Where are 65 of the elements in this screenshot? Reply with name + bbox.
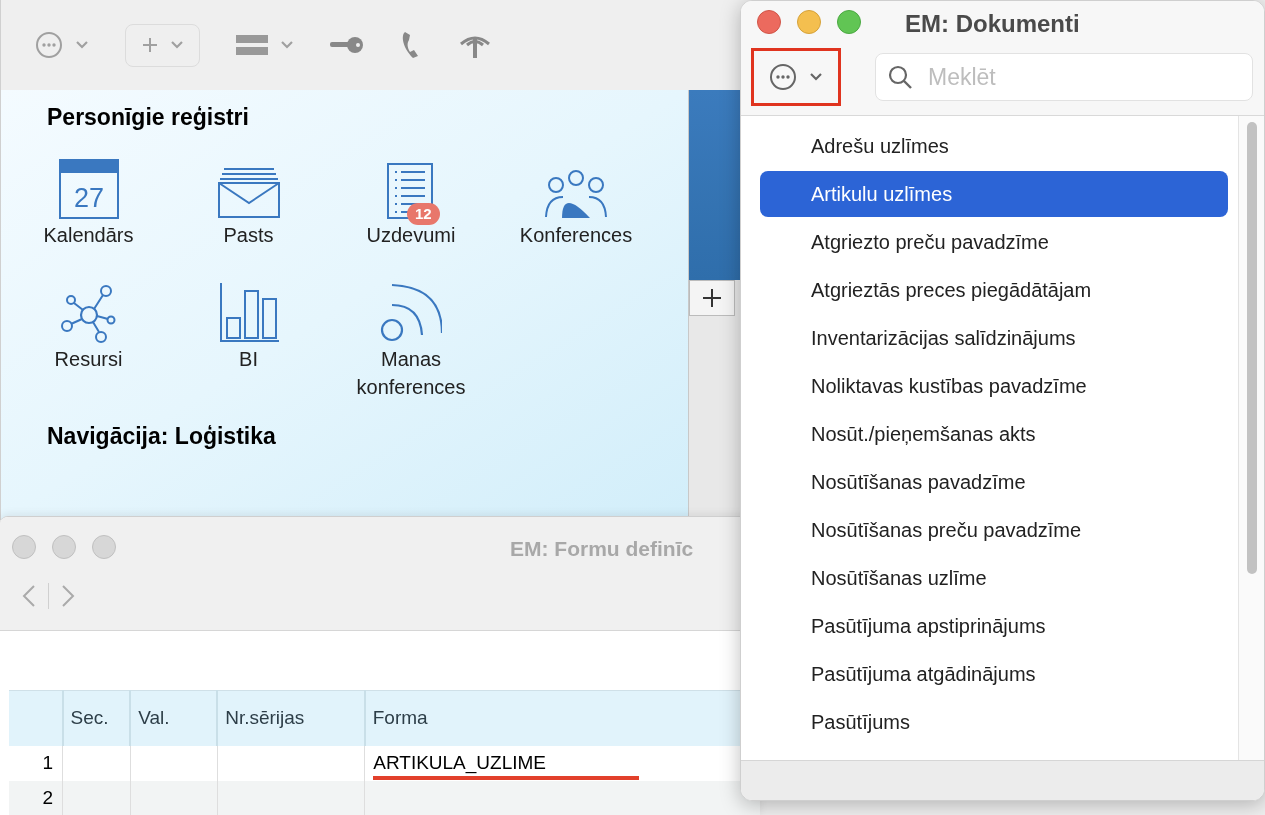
tile-label: Pasts — [222, 222, 275, 248]
window-close-button[interactable] — [757, 10, 781, 34]
window-minimize-button[interactable] — [52, 535, 76, 559]
chevron-down-icon — [809, 72, 823, 82]
table-cell: ARTIKULA_UZLIME — [373, 751, 547, 773]
more-icon[interactable] — [35, 31, 63, 59]
forward-icon[interactable] — [61, 584, 75, 608]
list-item[interactable]: Pasūtījuma apstiprinājums — [760, 603, 1228, 649]
list-item[interactable]: Nosūtīšanas preču pavadzīme — [760, 507, 1228, 553]
list-item[interactable]: Nosūt./pieņemšanas akts — [760, 411, 1228, 457]
section-heading: Personīgie reģistri — [47, 103, 249, 132]
dashboard-tile[interactable]: 27 Kalendārs — [11, 158, 166, 249]
dashboard-tile[interactable]: Manas konferences — [331, 282, 491, 401]
dashboard-tile[interactable]: BI — [166, 282, 331, 401]
calendar-icon: 27 — [58, 158, 119, 219]
mail-icon — [217, 166, 280, 219]
broadcast-icon — [380, 282, 442, 343]
chevron-down-icon — [169, 40, 184, 50]
more-menu-button[interactable] — [751, 48, 841, 106]
tile-label: BI — [238, 346, 259, 372]
key-icon[interactable] — [330, 35, 364, 55]
list-item[interactable]: Atgriezto preču pavadzīme — [760, 219, 1228, 265]
back-icon[interactable] — [22, 584, 36, 608]
plus-icon — [702, 288, 723, 308]
row-number: 1 — [9, 745, 63, 781]
chevron-down-icon[interactable] — [280, 40, 294, 50]
row-number: 2 — [9, 780, 63, 815]
list-item[interactable]: Atgrieztās preces piegādātājam — [760, 267, 1228, 313]
people-icon — [545, 168, 607, 219]
plus-icon — [141, 37, 158, 53]
search-field[interactable]: Meklēt — [875, 53, 1253, 101]
list-item[interactable]: Inventarizācijas salīdzinājums — [760, 315, 1228, 361]
list-item[interactable]: Nosūtīšanas uzlīme — [760, 555, 1228, 601]
list-item[interactable]: Pasūtījums — [760, 699, 1228, 745]
more-icon — [769, 63, 797, 91]
tile-label: Resursi — [53, 346, 124, 372]
dashboard-tile[interactable]: Konferences — [491, 158, 661, 249]
window-title: EM: Dokumenti — [905, 9, 1080, 39]
window-zoom-button[interactable] — [837, 10, 861, 34]
scrollbar[interactable] — [1238, 116, 1264, 760]
list-item[interactable]: Adrešu uzlīmes — [760, 123, 1228, 169]
window-zoom-button[interactable] — [92, 535, 116, 559]
bar-chart-icon — [218, 282, 279, 343]
list-item[interactable]: Nosūtīšanas pavadzīme — [760, 459, 1228, 505]
add-menu-button[interactable] — [125, 23, 200, 67]
window-title: EM: Formu definīc — [510, 536, 694, 562]
dashboard-tile[interactable]: Resursi — [11, 282, 166, 401]
tile-label: Manas konferences — [355, 346, 467, 400]
window-minimize-button[interactable] — [797, 10, 821, 34]
dashboard-tile[interactable]: Pasts — [166, 158, 331, 249]
chevron-down-icon[interactable] — [75, 40, 89, 50]
dashboard-tile[interactable]: 12 Uzdevumi — [331, 158, 491, 249]
network-icon — [60, 284, 117, 343]
tile-label: Konferences — [518, 222, 634, 248]
section-heading: Navigācija: Loģistika — [47, 421, 276, 451]
tile-label: Kalendārs — [42, 222, 135, 248]
add-button[interactable] — [689, 280, 736, 316]
count-badge: 12 — [407, 202, 440, 225]
list-item[interactable]: Pasūtījuma atgādinājums — [760, 651, 1228, 697]
list-item[interactable]: Noliktavas kustības pavadzīme — [760, 363, 1228, 409]
window-close-button[interactable] — [12, 535, 36, 559]
list-item[interactable]: Artikulu uzlīmes — [760, 171, 1228, 217]
search-icon — [887, 64, 913, 90]
layout-icon[interactable] — [236, 34, 268, 56]
tile-label: Uzdevumi — [365, 222, 457, 248]
